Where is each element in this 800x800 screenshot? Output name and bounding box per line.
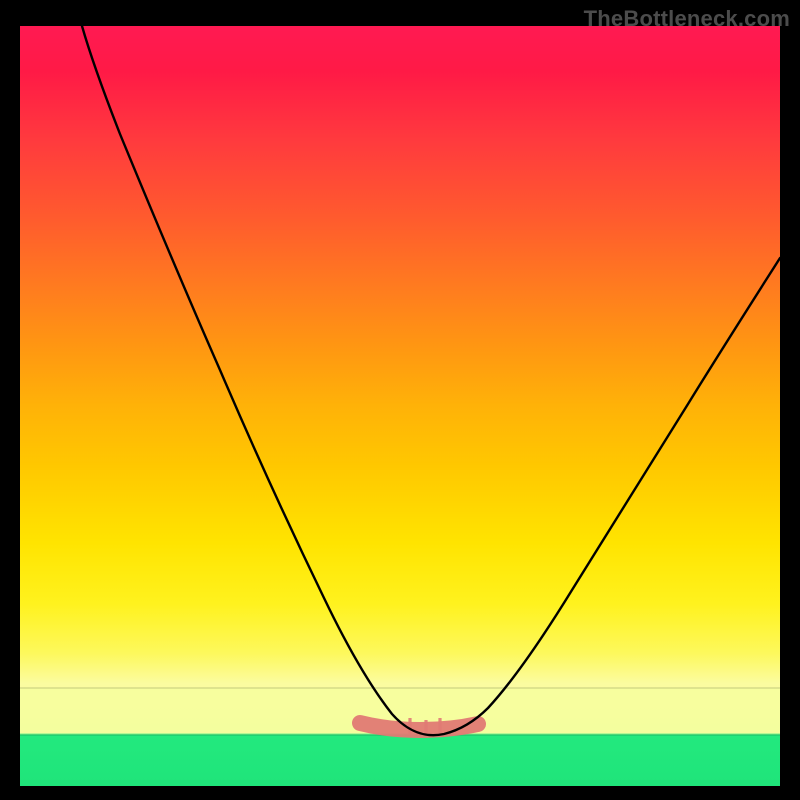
bottleneck-curve: [82, 26, 780, 735]
chart-stage: TheBottleneck.com: [0, 0, 800, 800]
curve-svg: [20, 26, 780, 786]
watermark-text: TheBottleneck.com: [584, 6, 790, 32]
plot-area: [20, 26, 780, 786]
